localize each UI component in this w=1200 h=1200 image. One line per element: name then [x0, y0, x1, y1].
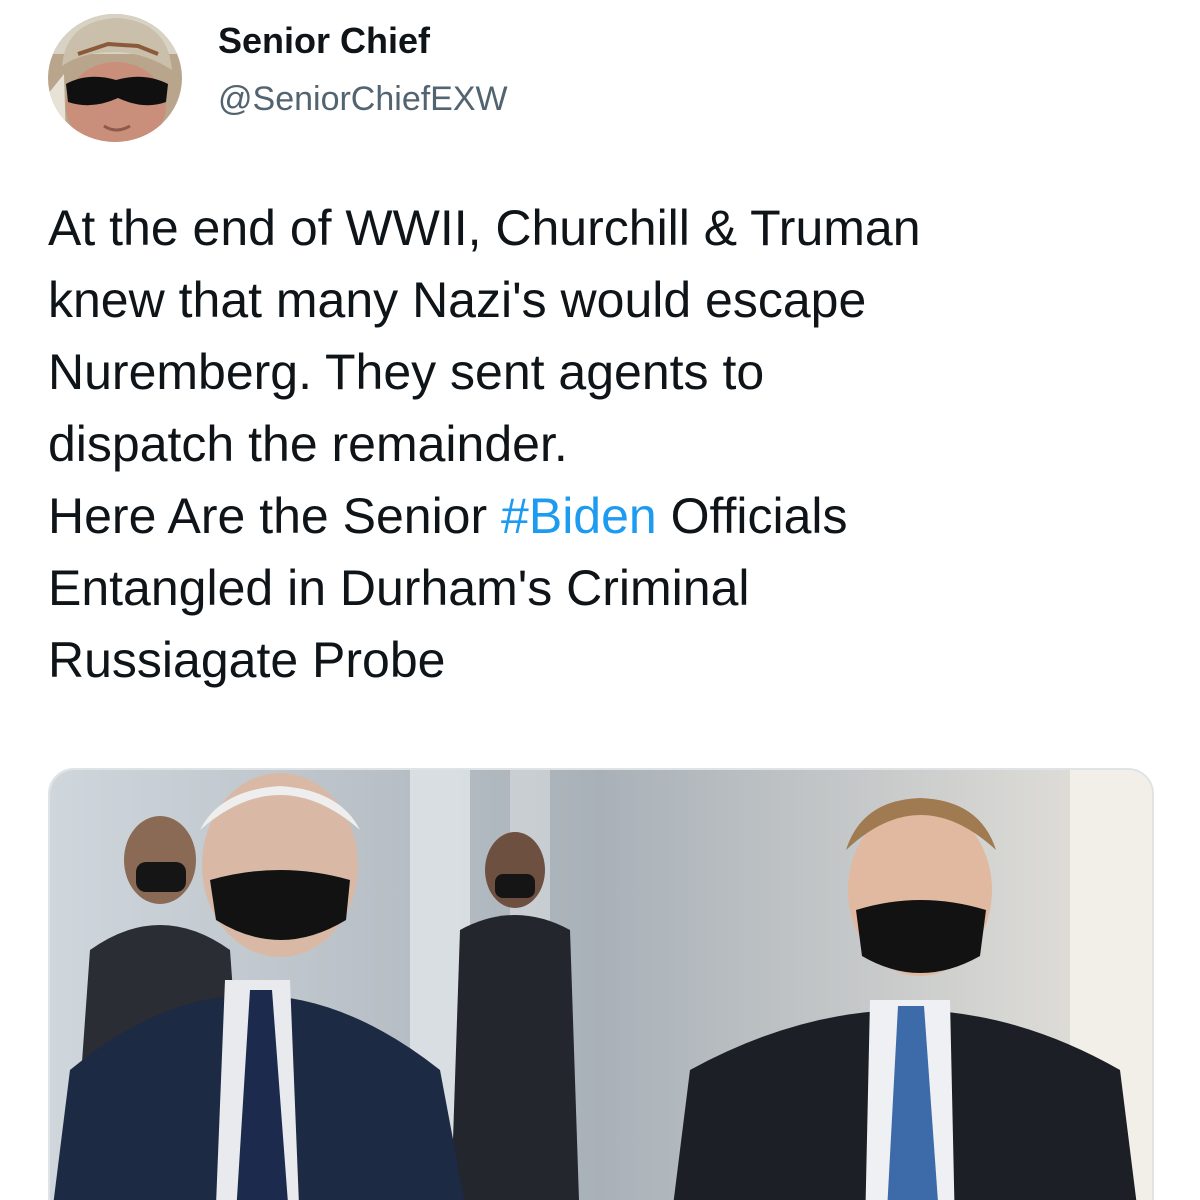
tweet-line: At the end of WWII, Churchill & Truman — [48, 200, 921, 256]
tweet-line: dispatch the remainder. — [48, 416, 568, 472]
tweet-line: Here Are the Senior #Biden Officials — [48, 480, 1168, 552]
tweet-text-segment: Officials — [656, 488, 848, 544]
display-name[interactable]: Senior Chief — [218, 20, 430, 62]
tweet-line: Nuremberg. They sent agents to — [48, 344, 765, 400]
profile-avatar[interactable] — [48, 14, 182, 142]
tweet-photo — [50, 770, 1152, 1200]
media-card[interactable] — [48, 768, 1154, 1200]
tweet-text: At the end of WWII, Churchill & Truman k… — [48, 192, 1168, 696]
tweet-line: Russiagate Probe — [48, 632, 446, 688]
avatar-photo — [48, 14, 182, 142]
hashtag-link[interactable]: #Biden — [501, 488, 657, 544]
user-handle[interactable]: @SeniorChiefEXW — [218, 80, 508, 119]
tweet-text-segment: Here Are the Senior — [48, 488, 502, 544]
tweet-line: Entangled in Durham's Criminal — [48, 560, 750, 616]
tweet-line: knew that many Nazi's would escape — [48, 272, 867, 328]
